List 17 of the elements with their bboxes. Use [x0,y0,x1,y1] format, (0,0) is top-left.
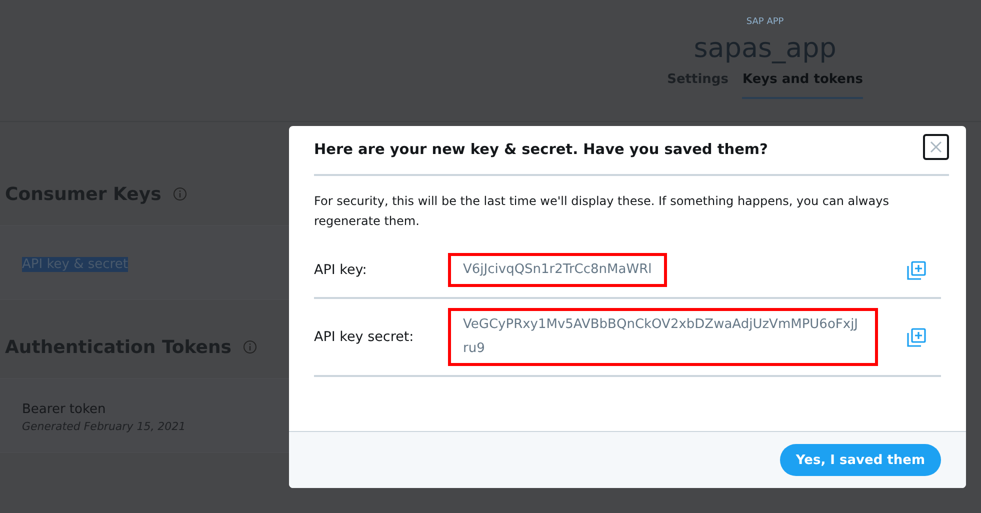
info-icon [173,187,188,201]
tab[interactable]: Keys and tokens [742,72,863,99]
key-value: VeGCyPRxy1Mv5AVBbBQnCkOV2xbDZwaAdjUzVmMPU6oFxjJru9 [448,308,878,366]
key-label: API key: [314,262,368,278]
dialog-message: For security, this will be the last time we'll display these. If something happens, you can always regenerate them. [314,193,890,230]
copy-icon [906,326,927,348]
dialog-title: Here are your new key & secret. Have you saved them? [314,142,768,158]
copy-button[interactable] [906,260,927,280]
close-button[interactable] [923,134,949,160]
close-icon [930,141,942,153]
app-label: SAP APP [746,17,784,27]
key-label: API key secret: [314,329,415,345]
copy-icon [906,260,927,280]
copy-button[interactable] [906,326,927,348]
confirm-button[interactable]: Yes, I saved them [780,444,941,476]
info-icon [243,340,258,354]
key-value: V6jJcivqQSn1r2TrCc8nMaWRl [448,253,667,287]
